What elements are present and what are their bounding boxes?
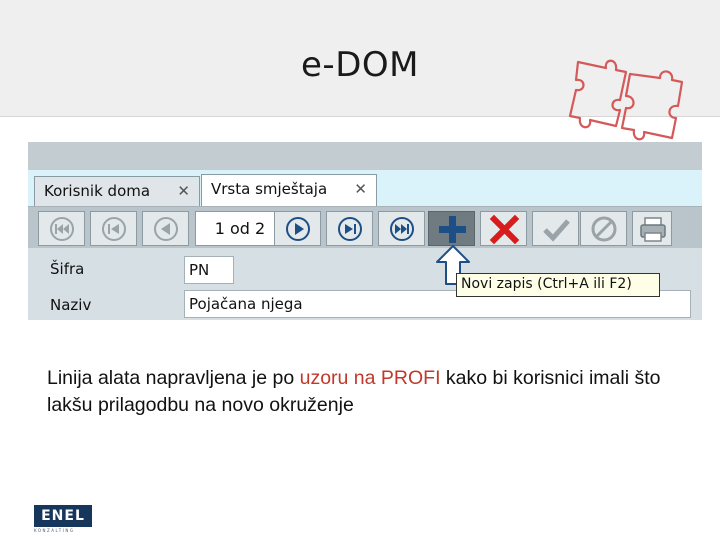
print-button[interactable] <box>632 211 672 246</box>
window-top-bar <box>28 142 702 170</box>
navigation-toolbar: 1 od 2 <box>28 206 702 248</box>
company-logo: ENEL KONZALTING <box>32 502 94 534</box>
tooltip: Novi zapis (Ctrl+A ili F2) <box>456 273 660 297</box>
sifra-field[interactable]: PN <box>184 256 234 284</box>
tab-strip: Korisnik doma ✕ Vrsta smještaja ✕ <box>28 170 702 206</box>
tab-korisnik-doma[interactable]: Korisnik doma ✕ <box>34 176 200 206</box>
tab-label: Vrsta smještaja <box>211 180 328 198</box>
puzzle-pieces-icon <box>568 59 684 141</box>
skip-last-icon <box>390 217 414 241</box>
logo-wordmark: ENEL <box>34 505 92 527</box>
close-icon[interactable]: ✕ <box>177 182 190 200</box>
application-window: Korisnik doma ✕ Vrsta smještaja ✕ 1 od 2… <box>28 142 702 320</box>
cancel-button[interactable] <box>580 211 627 246</box>
caption-highlight: uzoru na PROFI <box>299 367 441 389</box>
next-record-button[interactable] <box>274 211 321 246</box>
naziv-label: Naziv <box>50 296 92 314</box>
caption-text: Linija alata napravljena je po <box>47 367 300 389</box>
tab-vrsta-smjestaja[interactable]: Vrsta smještaja ✕ <box>201 174 377 206</box>
previous-record-button[interactable] <box>142 211 189 246</box>
previous-page-button[interactable] <box>90 211 137 246</box>
cross-icon <box>489 214 520 245</box>
logo-subtext: KONZALTING <box>34 528 75 533</box>
play-icon <box>286 217 310 241</box>
first-record-button[interactable] <box>38 211 85 246</box>
skip-next-icon <box>338 217 362 241</box>
close-icon[interactable]: ✕ <box>354 180 367 198</box>
last-record-button[interactable] <box>378 211 425 246</box>
confirm-button[interactable] <box>532 211 579 246</box>
sifra-label: Šifra <box>50 260 85 278</box>
slide-header: e-DOM <box>0 0 720 141</box>
next-page-button[interactable] <box>326 211 373 246</box>
slide-caption: Linija alata napravljena je po uzoru na … <box>47 365 687 419</box>
skip-first-icon <box>50 217 74 241</box>
prohibited-icon <box>591 216 617 242</box>
new-record-button[interactable] <box>428 211 475 246</box>
record-counter: 1 od 2 <box>195 211 285 246</box>
plus-icon <box>439 216 466 243</box>
checkmark-icon <box>543 219 570 242</box>
tab-label: Korisnik doma <box>44 182 151 200</box>
skip-previous-icon <box>102 217 126 241</box>
triangle-left-icon <box>154 217 178 241</box>
delete-record-button[interactable] <box>480 211 527 246</box>
printer-icon <box>640 217 666 242</box>
